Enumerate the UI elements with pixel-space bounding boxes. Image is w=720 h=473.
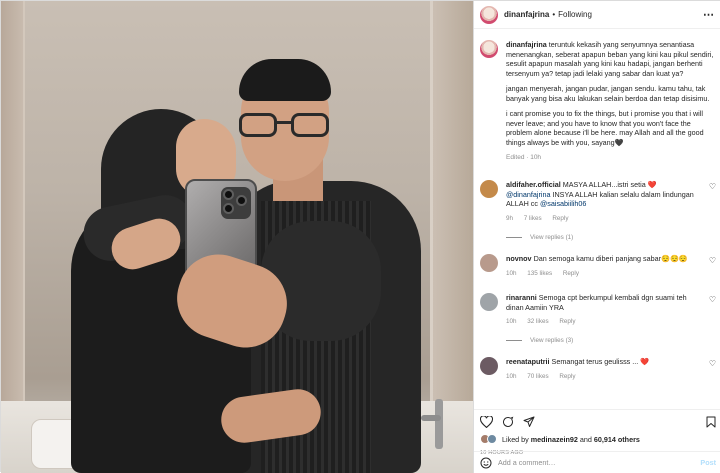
caption-paragraph-2: jangan menyerah, jangan pudar, jangan se… <box>506 84 710 103</box>
post-comment-button[interactable]: Post <box>700 458 716 467</box>
post-caption: dinanfajrina teruntuk kekasih yang senyu… <box>480 40 716 163</box>
comment-time: 9h <box>506 214 514 222</box>
comment-reply-button[interactable]: Reply <box>559 318 575 325</box>
post-photo[interactable] <box>1 1 473 473</box>
post-side-panel: dinanfajrina • Following ⋯ dinanfajrina … <box>473 1 720 473</box>
author-username[interactable]: dinanfajrina <box>504 10 549 19</box>
heart-emoji: ❤️ <box>647 180 657 189</box>
comment-likes[interactable]: 135 likes <box>527 270 552 277</box>
comment-time: 10h <box>506 269 517 277</box>
comment-item: novnov Dan semoga kamu diberi panjang sa… <box>480 254 716 277</box>
heart-emoji: ❤️ <box>640 357 650 366</box>
comment-reply-button[interactable]: Reply <box>559 373 575 380</box>
comment-text: Semangat terus geulisss ... <box>551 357 641 366</box>
comment-mention[interactable]: @dinanfajrina <box>506 190 550 199</box>
comment-bubble-icon[interactable] <box>502 416 514 428</box>
comment-like-icon[interactable]: ♡ <box>709 182 716 191</box>
like-heart-icon[interactable] <box>480 416 493 428</box>
comment-like-icon[interactable]: ♡ <box>709 359 716 368</box>
view-replies-button[interactable]: View replies (1) <box>506 234 716 241</box>
liked-by-others[interactable]: 60,914 others <box>594 435 640 444</box>
emoji-icon[interactable] <box>480 457 492 469</box>
commenter-avatar[interactable] <box>480 254 498 272</box>
view-replies-label: View replies (1) <box>530 233 574 241</box>
commenter-username[interactable]: aldifaher.official <box>506 180 561 189</box>
comment-likes[interactable]: 7 likes <box>524 215 542 222</box>
photo-man-hair <box>239 59 331 101</box>
comment-item: rinaranni Semoga cpt berkumpul kembali d… <box>480 293 716 344</box>
caption-paragraph-3: i cant promise you to fix the things, bu… <box>506 109 704 147</box>
caption-avatar[interactable] <box>480 40 498 58</box>
comment-likes[interactable]: 70 likes <box>527 373 548 380</box>
liked-by-prefix: Liked by <box>502 434 531 444</box>
commenter-avatar[interactable] <box>480 357 498 375</box>
caption-username[interactable]: dinanfajrina <box>506 40 547 49</box>
save-bookmark-icon[interactable] <box>706 416 716 428</box>
caption-meta: Edited · 10h <box>506 154 542 161</box>
author-avatar[interactable] <box>480 5 498 24</box>
view-replies-button[interactable]: View replies (3) <box>506 337 716 344</box>
liked-by-mid: and <box>577 434 594 444</box>
comment-text: Dan semoga kamu diberi panjang sabar😌😌😌 <box>533 254 688 263</box>
comment-reply-button[interactable]: Reply <box>563 270 579 277</box>
comment-reply-button[interactable]: Reply <box>552 215 568 222</box>
liked-by-user[interactable]: medinazein92 <box>531 435 578 444</box>
comment-like-icon[interactable]: ♡ <box>709 295 716 304</box>
commenter-username[interactable]: novnov <box>506 254 532 263</box>
comment-likes[interactable]: 32 likes <box>527 318 548 325</box>
commenter-username[interactable]: rinaranni <box>506 293 537 302</box>
add-comment-bar: Add a comment… Post <box>474 451 720 473</box>
comment-text: MASYA ALLAH...istri setia <box>562 180 648 189</box>
photo-faucet <box>421 393 461 453</box>
comment-mention[interactable]: @saisabiilih06 <box>540 199 586 208</box>
post-header: dinanfajrina • Following ⋯ <box>474 1 720 29</box>
add-comment-input[interactable]: Add a comment… <box>498 458 700 467</box>
comment-item: aldifaher.official MASYA ALLAH...istri s… <box>480 180 716 241</box>
commenter-username[interactable]: reenataputrii <box>506 357 550 366</box>
instagram-post-window: dinanfajrina • Following ⋯ dinanfajrina … <box>0 0 720 473</box>
commenter-avatar[interactable] <box>480 293 498 311</box>
comment-time: 10h <box>506 372 517 380</box>
view-replies-label: View replies (3) <box>530 337 574 344</box>
photo-glasses <box>239 113 331 139</box>
liker-avatar <box>487 434 497 444</box>
liked-by: Liked by medinazein92 and 60,914 others <box>480 434 640 444</box>
commenter-avatar[interactable] <box>480 180 498 198</box>
header-separator: • <box>552 10 556 19</box>
share-paper-plane-icon[interactable] <box>523 416 535 428</box>
more-options-icon[interactable]: ⋯ <box>703 8 714 21</box>
follow-status[interactable]: Following <box>558 10 592 19</box>
comments-scroll-area[interactable]: dinanfajrina teruntuk kekasih yang senyu… <box>474 30 720 408</box>
comment-like-icon[interactable]: ♡ <box>709 256 716 265</box>
comment-time: 10h <box>506 318 517 325</box>
comment-item: reenataputrii Semangat terus geulisss ..… <box>480 357 716 380</box>
